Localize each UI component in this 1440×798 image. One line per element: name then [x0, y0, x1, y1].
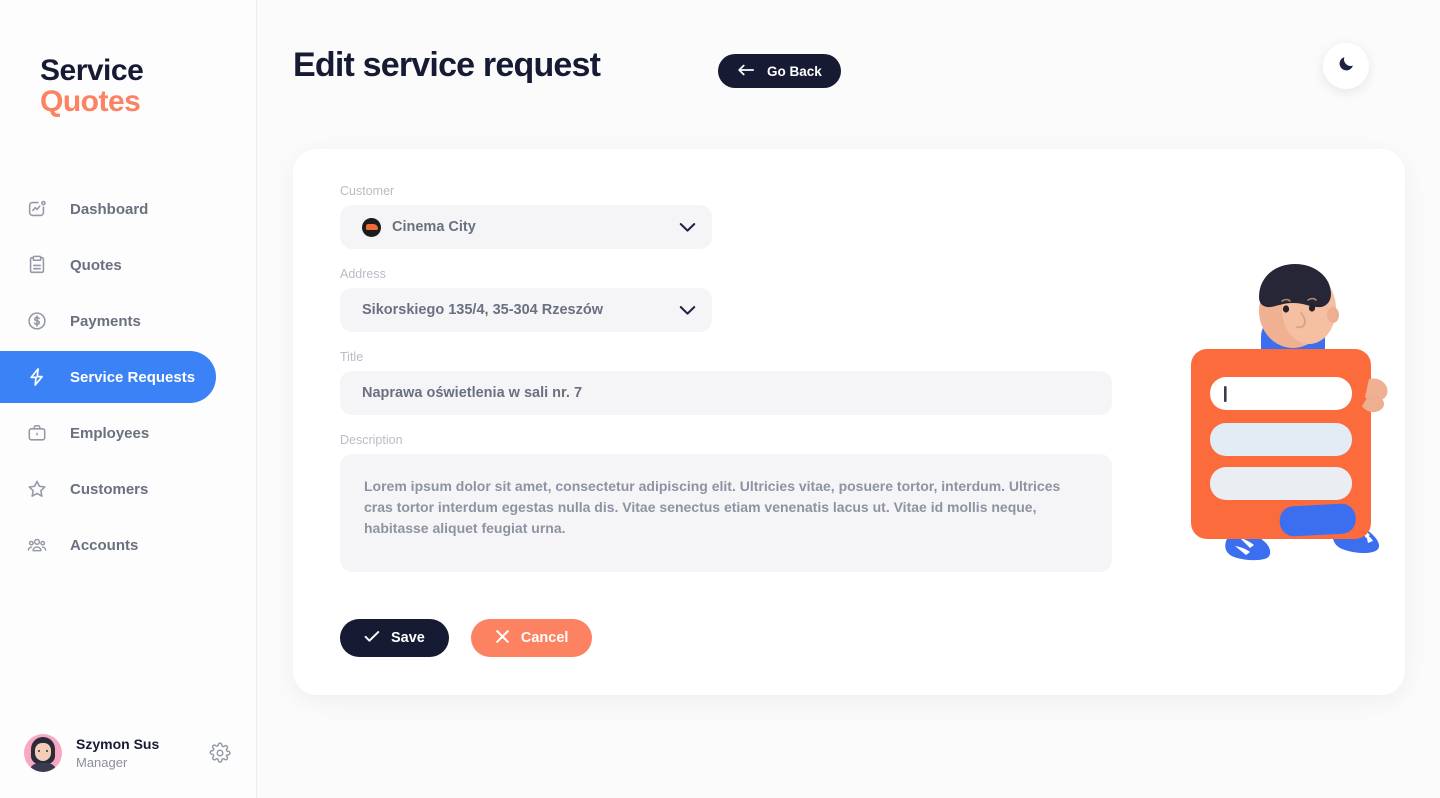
- user-profile[interactable]: Szymon Sus Manager: [0, 734, 257, 772]
- logo-line-quotes: Quotes: [40, 84, 141, 118]
- address-value: Sikorskiego 135/4, 35-304 Rzeszów: [362, 302, 603, 318]
- check-icon: [364, 630, 380, 647]
- form-actions: Save Cancel: [340, 619, 593, 657]
- go-back-label: Go Back: [767, 63, 822, 79]
- go-back-button[interactable]: Go Back: [718, 54, 841, 88]
- address-label: Address: [340, 267, 386, 281]
- customer-label: Customer: [340, 184, 395, 198]
- page-title: Edit service request: [293, 46, 601, 84]
- customer-select[interactable]: Cinema City: [340, 205, 712, 249]
- sidebar-item-payments[interactable]: Payments: [0, 295, 257, 347]
- arrow-left-icon: [737, 63, 755, 80]
- profile-text: Szymon Sus Manager: [76, 735, 207, 771]
- app-logo[interactable]: Service Quotes: [40, 54, 144, 118]
- sidebar: Service Quotes Dashboard Quotes Payments…: [0, 0, 257, 798]
- sidebar-item-service-requests[interactable]: Service Requests: [0, 351, 216, 403]
- sidebar-item-label: Employees: [70, 424, 150, 442]
- sidebar-item-employees[interactable]: Employees: [0, 407, 257, 459]
- profile-role: Manager: [76, 754, 128, 770]
- description-label: Description: [340, 433, 403, 447]
- sidebar-nav: Dashboard Quotes Payments Service Reques…: [0, 183, 257, 575]
- x-icon: [495, 629, 510, 648]
- theme-toggle-button[interactable]: [1323, 43, 1369, 89]
- sidebar-item-label: Quotes: [70, 256, 122, 274]
- title-label: Title: [340, 350, 364, 364]
- lightning-icon: [24, 364, 50, 390]
- cancel-button[interactable]: Cancel: [470, 619, 593, 657]
- chevron-down-icon: [679, 305, 696, 316]
- sidebar-item-label: Dashboard: [70, 200, 149, 218]
- chart-square-icon: [24, 196, 50, 222]
- sidebar-item-dashboard[interactable]: Dashboard: [0, 183, 257, 235]
- person-holding-form-illustration: [1183, 259, 1405, 589]
- chevron-down-icon: [679, 222, 696, 233]
- dollar-circle-icon: [24, 308, 50, 334]
- cinema-city-logo-icon: [362, 217, 381, 237]
- main-content: Edit service request Go Back Customer Ci…: [257, 0, 1440, 798]
- briefcase-icon: [24, 420, 50, 446]
- clipboard-icon: [24, 252, 50, 278]
- address-select[interactable]: Sikorskiego 135/4, 35-304 Rzeszów: [340, 288, 712, 332]
- moon-icon: [1337, 54, 1356, 78]
- save-label: Save: [391, 630, 425, 646]
- star-icon: [24, 476, 50, 502]
- sidebar-item-accounts[interactable]: Accounts: [0, 519, 257, 571]
- gear-icon[interactable]: [207, 740, 233, 766]
- avatar: [24, 734, 62, 772]
- sidebar-item-label: Customers: [70, 480, 149, 498]
- sidebar-item-label: Accounts: [70, 536, 139, 554]
- cancel-label: Cancel: [520, 630, 569, 646]
- sidebar-item-quotes[interactable]: Quotes: [0, 239, 257, 291]
- customer-value: Cinema City: [392, 219, 476, 235]
- people-icon: [24, 532, 50, 558]
- sidebar-item-customers[interactable]: Customers: [0, 463, 257, 515]
- profile-name: Szymon Sus: [76, 735, 160, 752]
- edit-service-request-card: Customer Cinema City Address Sikorskiego…: [293, 149, 1405, 695]
- title-input[interactable]: Naprawa oświetlenia w sali nr. 7: [340, 371, 1112, 415]
- save-button[interactable]: Save: [340, 619, 449, 657]
- logo-line-service: Service: [40, 54, 144, 87]
- sidebar-item-label: Service Requests: [70, 368, 196, 386]
- app-root: Service Quotes Dashboard Quotes Payments…: [0, 0, 1440, 798]
- sidebar-item-label: Payments: [70, 312, 141, 330]
- service-request-form: Customer Cinema City Address Sikorskiego…: [340, 184, 1130, 572]
- description-textarea[interactable]: Lorem ipsum dolor sit amet, consectetur …: [340, 454, 1112, 572]
